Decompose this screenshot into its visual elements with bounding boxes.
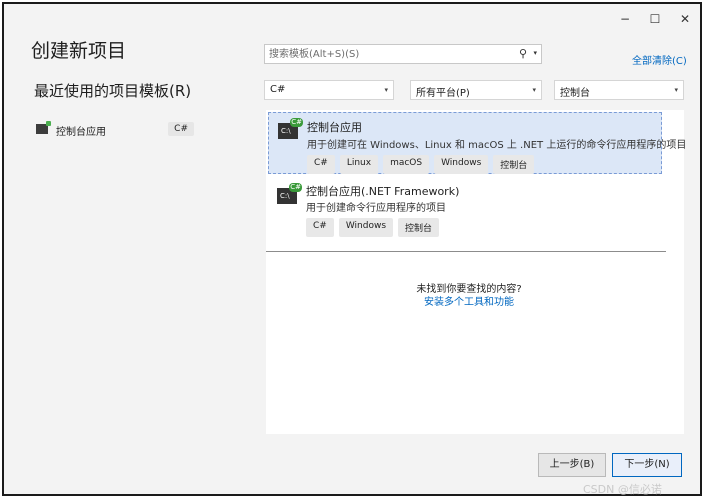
install-tools-link[interactable]: 安装多个工具和功能 [266, 293, 672, 308]
project-type-filter[interactable]: 控制台 ▾ [554, 80, 684, 100]
divider [266, 251, 666, 252]
tag: macOS [383, 155, 430, 174]
chevron-down-icon: ▾ [384, 86, 388, 94]
back-button[interactable]: 上一步(B) [538, 453, 606, 477]
recent-template-label: 控制台应用 [56, 127, 106, 138]
next-button[interactable]: 下一步(N) [612, 453, 682, 477]
search-icon[interactable]: ⚲ [519, 47, 527, 60]
project-type-filter-value: 控制台 [560, 88, 590, 99]
template-list: C:\ 控制台应用 用于创建可在 Windows、Linux 和 macOS 上… [266, 110, 686, 434]
template-name: 控制台应用(.NET Framework) [306, 185, 460, 198]
language-filter-value: C# [270, 84, 286, 95]
tag: Windows [338, 218, 394, 237]
page-title: 创建新项目 [31, 40, 127, 62]
tag: Linux [339, 155, 379, 174]
console-app-icon [36, 121, 51, 134]
maximize-button[interactable]: ☐ [644, 12, 666, 26]
template-tags: C# Linux macOS Windows 控制台 [307, 155, 535, 174]
template-description: 用于创建命令行应用程序的项目 [306, 203, 446, 214]
minimize-button[interactable]: − [614, 12, 636, 26]
console-app-icon: C:\ [278, 118, 303, 139]
template-description: 用于创建可在 Windows、Linux 和 macOS 上 .NET 上运行的… [307, 140, 687, 151]
tag: C# [307, 155, 335, 174]
template-item-console-app-netfx[interactable]: C:\ 控制台应用(.NET Framework) 用于创建命令行应用程序的项目… [268, 178, 662, 238]
recent-template-lang-badge: C# [168, 122, 194, 136]
watermark: CSDN @信必诺 [583, 483, 662, 496]
tag: C# [306, 218, 334, 237]
template-item-console-app[interactable]: C:\ 控制台应用 用于创建可在 Windows、Linux 和 macOS 上… [268, 112, 686, 174]
recent-template-item[interactable]: 控制台应用 C# [36, 121, 194, 138]
clear-all-link[interactable]: 全部清除(C) [632, 52, 687, 67]
platform-filter-value: 所有平台(P) [416, 88, 470, 99]
dialog-window: − ☐ ✕ 创建新项目 最近使用的项目模板(R) 控制台应用 C# ⚲ ▾ 全部… [2, 2, 702, 496]
console-app-icon: C:\ [277, 183, 302, 204]
chevron-down-icon[interactable]: ▾ [533, 49, 537, 57]
chevron-down-icon: ▾ [532, 86, 536, 94]
template-search-box[interactable]: ⚲ ▾ [264, 44, 542, 64]
tag: Windows [434, 155, 489, 174]
search-input[interactable] [269, 47, 499, 62]
template-tags: C# Windows 控制台 [306, 218, 440, 237]
platform-filter[interactable]: 所有平台(P) ▾ [410, 80, 542, 100]
language-filter[interactable]: C# ▾ [264, 80, 394, 100]
template-name: 控制台应用 [307, 121, 362, 134]
chevron-down-icon: ▾ [674, 86, 678, 94]
tag: 控制台 [398, 218, 440, 237]
recent-templates-heading: 最近使用的项目模板(R) [34, 82, 192, 100]
tag: 控制台 [493, 155, 535, 174]
close-button[interactable]: ✕ [674, 12, 696, 26]
